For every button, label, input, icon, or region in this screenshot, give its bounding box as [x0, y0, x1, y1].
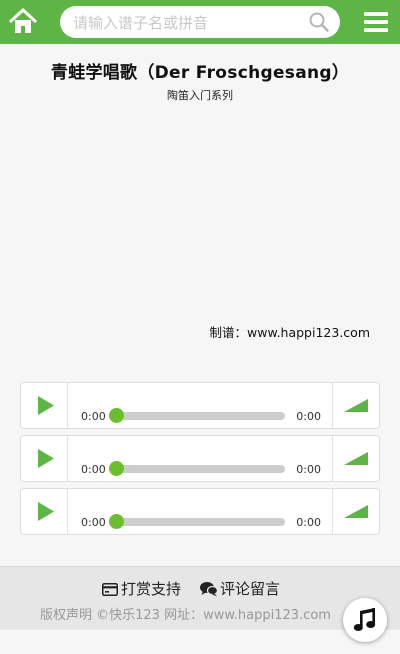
menu-icon-bar	[364, 20, 388, 24]
audio-player-2: 0:00 0:00	[20, 435, 380, 482]
play-icon	[38, 396, 54, 415]
progress-handle[interactable]	[109, 514, 124, 529]
music-note-icon	[353, 608, 376, 631]
reward-label: 打赏支持	[121, 580, 182, 598]
volume-icon	[344, 399, 368, 412]
duration: 0:00	[296, 463, 321, 476]
copyright-text: 版权声明 ©快乐123 网址：www.happi123.com	[40, 608, 331, 623]
page-title: 青蛙学唱歌（Der Froschgesang）	[50, 63, 350, 83]
credit-card-icon	[102, 583, 118, 596]
audio-player-3: 0:00 0:00	[20, 488, 380, 535]
home-icon	[9, 8, 37, 33]
menu-button[interactable]	[364, 12, 390, 34]
comment-icon	[200, 582, 219, 597]
search-input[interactable]: 请输入谱子名或拼音	[73, 12, 208, 33]
page-subtitle: 陶笛入门系列	[167, 89, 233, 102]
comment-link[interactable]: 评论留言	[200, 578, 280, 599]
volume-icon	[344, 452, 368, 465]
play-icon	[38, 449, 54, 468]
progress-track[interactable]	[115, 518, 285, 526]
volume-button[interactable]	[332, 489, 379, 534]
current-time: 0:00	[81, 463, 106, 476]
volume-button[interactable]	[332, 383, 379, 428]
current-time: 0:00	[81, 410, 106, 423]
progress-track[interactable]	[115, 465, 285, 473]
home-button[interactable]	[8, 6, 38, 36]
music-button[interactable]	[343, 598, 387, 642]
play-button[interactable]	[21, 436, 68, 481]
progress-handle[interactable]	[109, 461, 124, 476]
audio-player-1: 0:00 0:00	[20, 382, 380, 429]
progress-track[interactable]	[115, 412, 285, 420]
duration: 0:00	[296, 516, 321, 529]
play-icon	[38, 502, 54, 521]
search-icon[interactable]	[308, 11, 330, 33]
volume-icon	[344, 505, 368, 518]
comment-label: 评论留言	[220, 580, 281, 598]
progress-handle[interactable]	[109, 408, 124, 423]
top-bar: 请输入谱子名或拼音	[0, 0, 400, 44]
volume-button[interactable]	[332, 436, 379, 481]
footer: 打赏支持 评论留言 版权声明 ©快乐123 网址：www.happi123.co…	[0, 566, 400, 630]
play-button[interactable]	[21, 489, 68, 534]
duration: 0:00	[296, 410, 321, 423]
play-button[interactable]	[21, 383, 68, 428]
menu-icon-bar	[364, 28, 388, 32]
search-box[interactable]: 请输入谱子名或拼音	[60, 6, 340, 38]
reward-link[interactable]: 打赏支持	[102, 578, 181, 599]
score-credit: 制谱：www.happi123.com	[209, 325, 370, 340]
menu-icon-bar	[364, 12, 388, 16]
current-time: 0:00	[81, 516, 106, 529]
